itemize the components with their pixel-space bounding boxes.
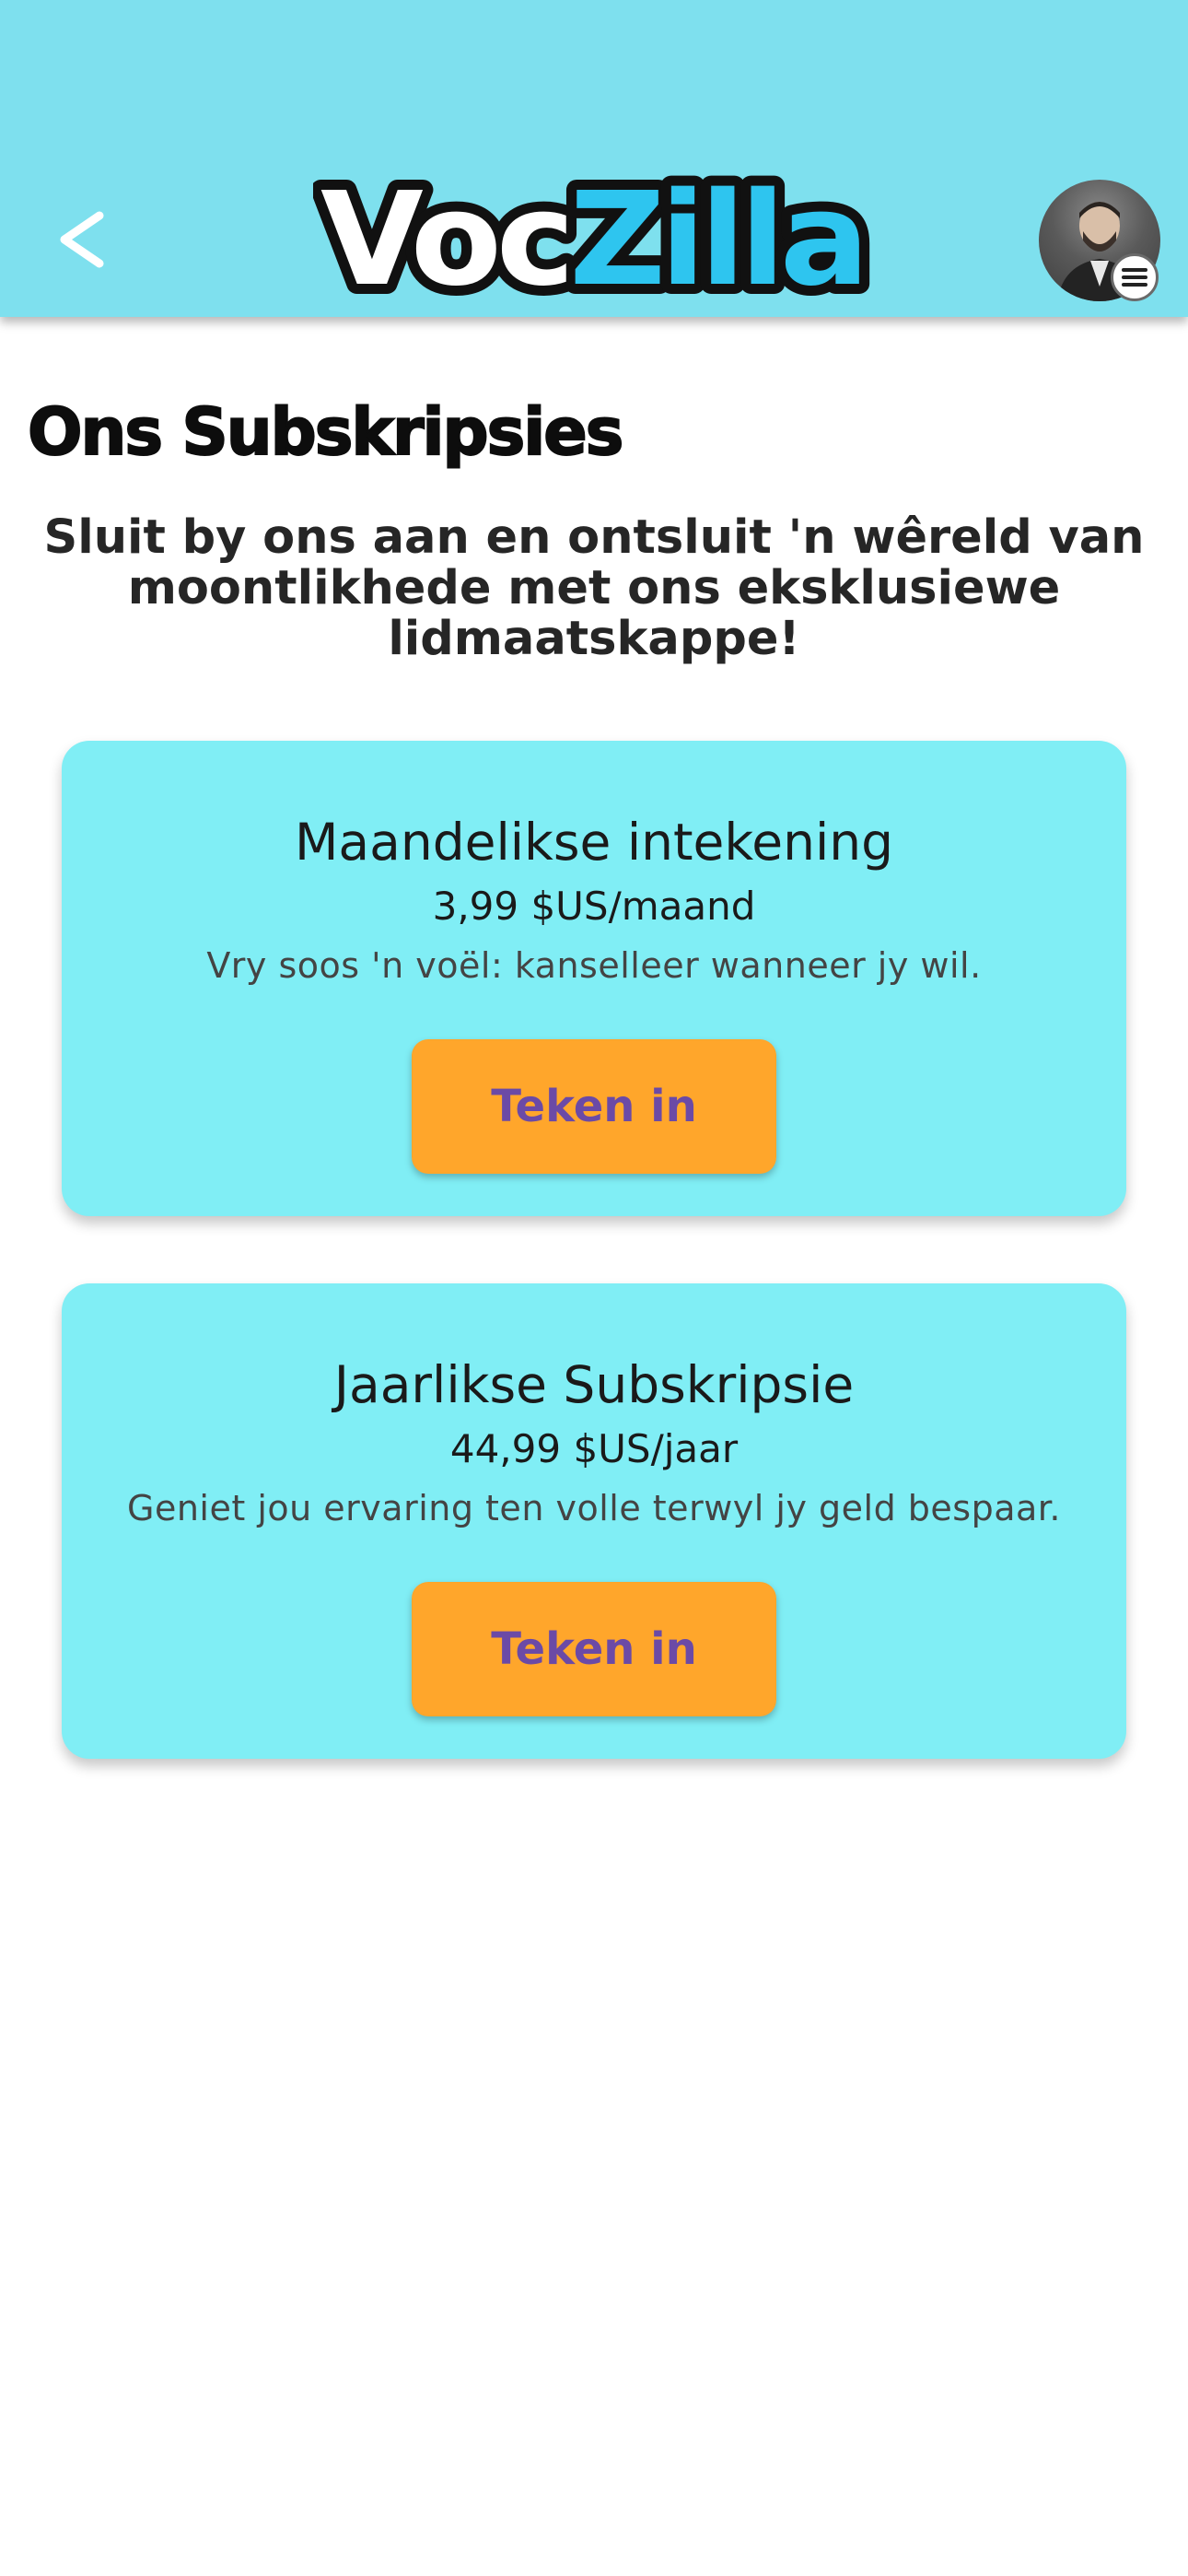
hamburger-menu-icon bbox=[1122, 268, 1147, 287]
logo-part-zilla: Zilla bbox=[569, 173, 864, 311]
plan-description: Geniet jou ervaring ten volle terwyl jy … bbox=[127, 1488, 1061, 1528]
chevron-left-icon bbox=[60, 211, 104, 268]
plan-description: Vry soos 'n voël: kanselleer wanneer jy … bbox=[206, 945, 982, 986]
app-header: VocZilla VocZilla bbox=[0, 0, 1188, 317]
subscribe-monthly-button[interactable]: Teken in bbox=[412, 1039, 776, 1174]
logo-part-voc: Voc bbox=[320, 173, 569, 311]
plan-price: 44,99 $US/jaar bbox=[449, 1426, 739, 1471]
voczilla-logo: VocZilla VocZilla bbox=[313, 173, 875, 311]
plan-title: Jaarlikse Subskripsie bbox=[333, 1355, 855, 1414]
subscribe-yearly-button[interactable]: Teken in bbox=[412, 1582, 776, 1716]
plan-price: 3,99 $US/maand bbox=[432, 884, 756, 929]
plan-title: Maandelikse intekening bbox=[294, 813, 894, 872]
svg-text:VocZilla: VocZilla bbox=[320, 173, 864, 311]
plan-card-yearly: Jaarlikse Subskripsie 44,99 $US/jaar Gen… bbox=[62, 1283, 1126, 1759]
page-title: Ons Subskripsies bbox=[27, 393, 624, 471]
back-button[interactable] bbox=[42, 195, 116, 284]
menu-button[interactable] bbox=[1111, 253, 1159, 301]
plan-card-monthly: Maandelikse intekening 3,99 $US/maand Vr… bbox=[62, 741, 1126, 1216]
intro-text: Sluit by ons aan en ontsluit 'n wêreld v… bbox=[43, 510, 1145, 666]
